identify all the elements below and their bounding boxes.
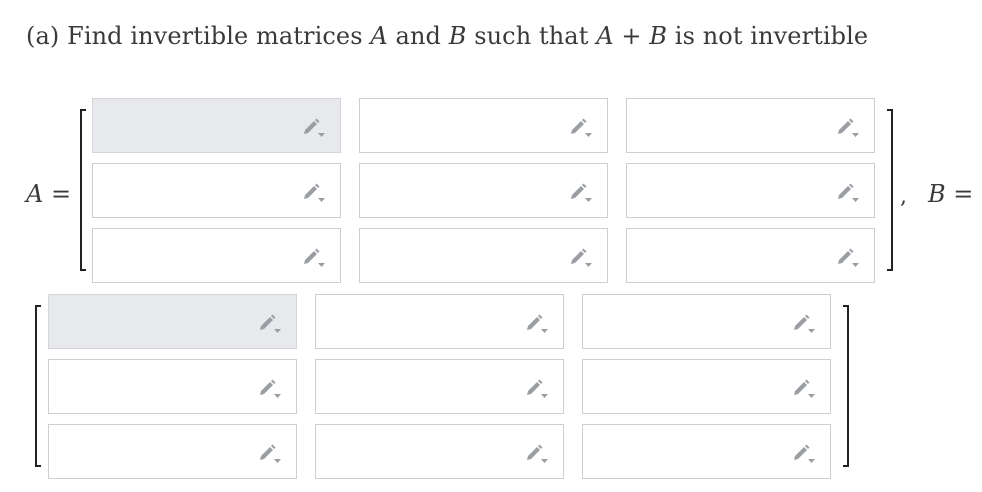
pencil-dropdown-icon[interactable] bbox=[302, 118, 326, 138]
matrix-a-cell-r3-c2[interactable] bbox=[359, 228, 608, 283]
pencil-dropdown-icon[interactable] bbox=[836, 183, 860, 203]
question-suffix: is not invertible bbox=[674, 22, 869, 50]
matrix-a-label-eq: = bbox=[50, 180, 72, 208]
pencil-dropdown-icon[interactable] bbox=[569, 118, 593, 138]
matrix-b-cell-r3-c2[interactable] bbox=[315, 424, 564, 479]
pencil-dropdown-icon[interactable] bbox=[302, 248, 326, 268]
matrix-a-right-bracket bbox=[887, 109, 893, 271]
matrix-b-cell-r3-c1[interactable] bbox=[48, 424, 297, 479]
question-such-that: such that bbox=[474, 22, 589, 50]
pencil-dropdown-icon[interactable] bbox=[792, 314, 816, 334]
matrix-b-label-eq: = bbox=[953, 180, 974, 208]
matrix-b-cell-r2-c2[interactable] bbox=[315, 359, 564, 414]
matrix-a-cell-r3-c3[interactable] bbox=[626, 228, 875, 283]
question-prefix: (a) Find invertible matrices bbox=[26, 22, 363, 50]
pencil-dropdown-icon[interactable] bbox=[525, 379, 549, 399]
matrix-b-cell-r2-c3[interactable] bbox=[582, 359, 831, 414]
matrix-a-cell-r3-c1[interactable] bbox=[92, 228, 341, 283]
matrix-a-cell-r1-c1[interactable] bbox=[92, 98, 341, 153]
pencil-dropdown-icon[interactable] bbox=[836, 248, 860, 268]
plus-sign: + bbox=[621, 22, 642, 50]
matrix-a-cell-r1-c3[interactable] bbox=[626, 98, 875, 153]
pencil-dropdown-icon[interactable] bbox=[258, 379, 282, 399]
pencil-dropdown-icon[interactable] bbox=[302, 183, 326, 203]
pencil-dropdown-icon[interactable] bbox=[258, 314, 282, 334]
pencil-dropdown-icon[interactable] bbox=[569, 183, 593, 203]
pencil-dropdown-icon[interactable] bbox=[525, 444, 549, 464]
matrix-b-label: B = bbox=[928, 179, 973, 209]
pencil-dropdown-icon[interactable] bbox=[836, 118, 860, 138]
question-text: (a) Find invertible matrices A and B suc… bbox=[26, 20, 868, 52]
sum-var-a: A bbox=[596, 22, 614, 50]
pencil-dropdown-icon[interactable] bbox=[792, 444, 816, 464]
matrix-b-cell-r1-c2[interactable] bbox=[315, 294, 564, 349]
matrix-b-right-bracket bbox=[843, 305, 849, 467]
matrix-a-cell-r2-c2[interactable] bbox=[359, 163, 608, 218]
matrix-b-cell-r3-c3[interactable] bbox=[582, 424, 831, 479]
matrix-b-left-bracket bbox=[35, 305, 41, 467]
var-b: B bbox=[448, 22, 467, 50]
matrix-a-label-var: A bbox=[26, 180, 44, 208]
pencil-dropdown-icon[interactable] bbox=[569, 248, 593, 268]
var-a: A bbox=[370, 22, 388, 50]
sum-var-b: B bbox=[649, 22, 668, 50]
pencil-dropdown-icon[interactable] bbox=[258, 444, 282, 464]
matrix-separator-comma: , bbox=[900, 184, 907, 209]
matrix-b-cell-r1-c1[interactable] bbox=[48, 294, 297, 349]
matrix-a-cell-r1-c2[interactable] bbox=[359, 98, 608, 153]
matrix-a-cell-r2-c3[interactable] bbox=[626, 163, 875, 218]
matrix-b-label-var: B bbox=[928, 180, 946, 208]
pencil-dropdown-icon[interactable] bbox=[525, 314, 549, 334]
matrix-a-cell-r2-c1[interactable] bbox=[92, 163, 341, 218]
pencil-dropdown-icon[interactable] bbox=[792, 379, 816, 399]
matrix-b-cell-r2-c1[interactable] bbox=[48, 359, 297, 414]
matrix-b-cell-r1-c3[interactable] bbox=[582, 294, 831, 349]
matrix-a-label: A = bbox=[26, 179, 71, 209]
matrix-a-left-bracket bbox=[80, 109, 86, 271]
question-and: and bbox=[395, 22, 441, 50]
